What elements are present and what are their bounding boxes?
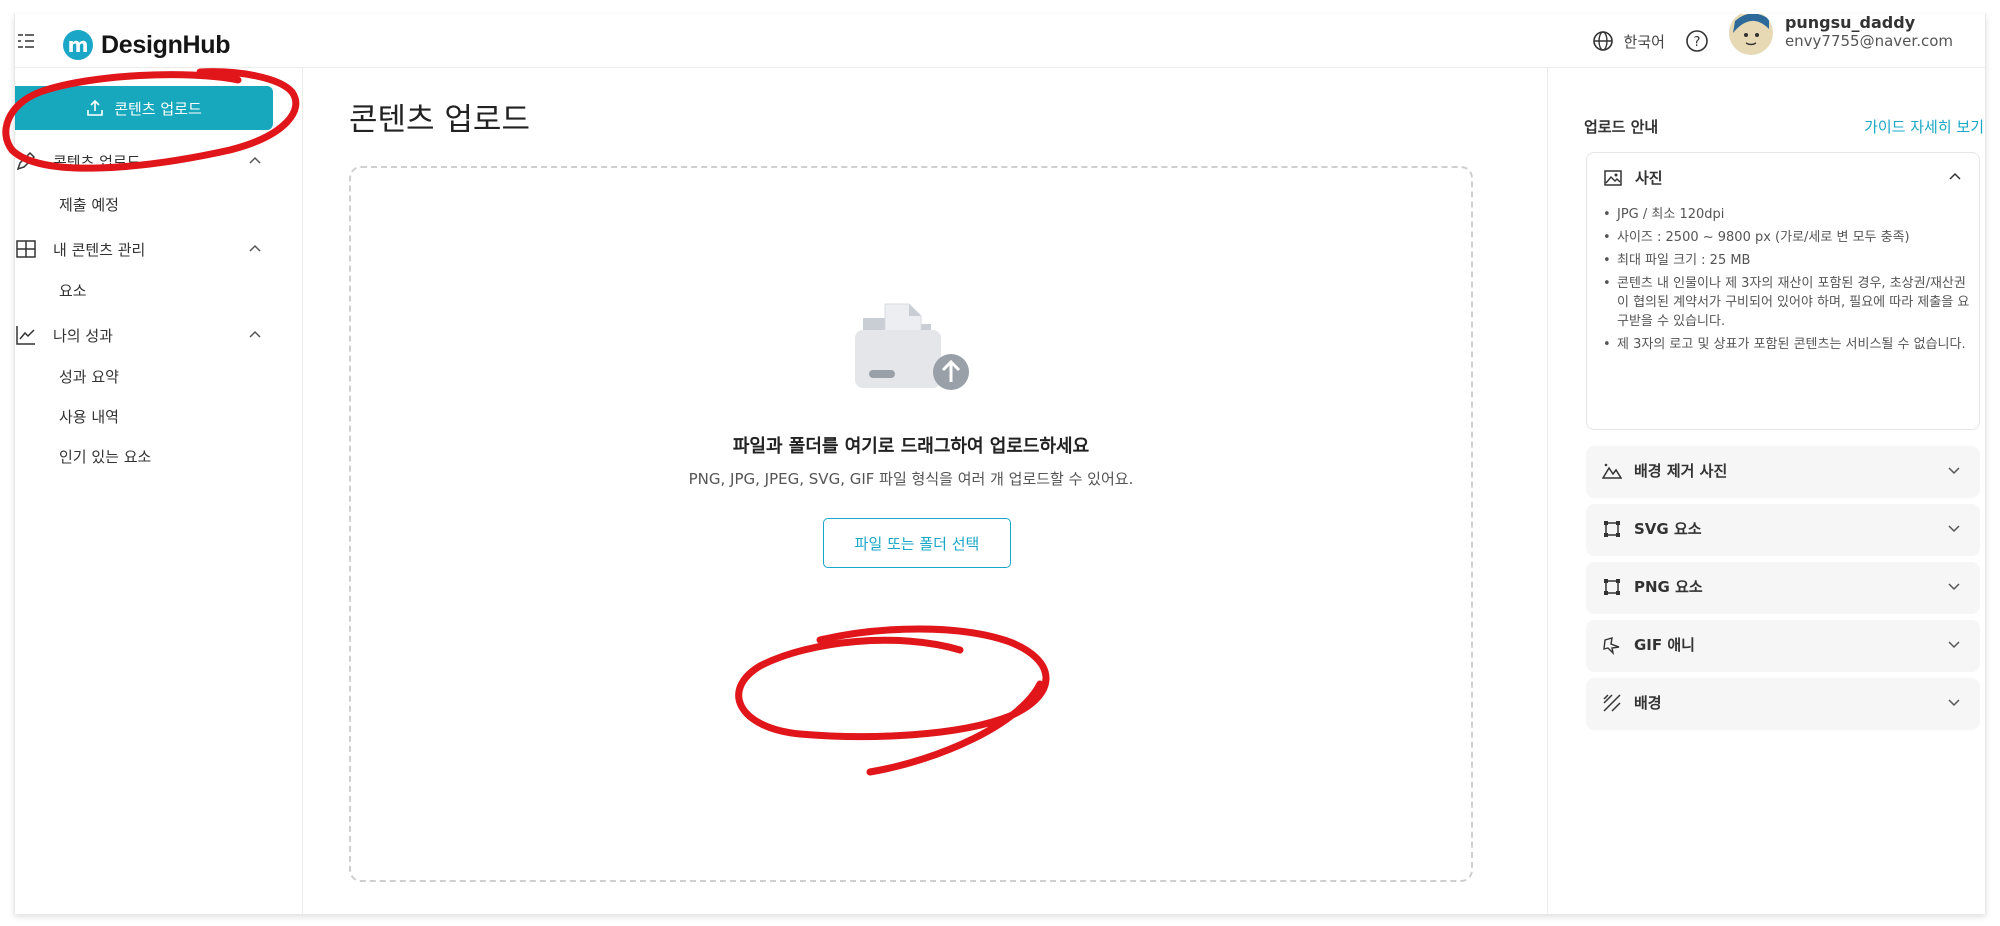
upload-guide-panel: 업로드 안내 가이드 자세히 보기 사진 JPG / 최소 120dpi 사이즈…	[1547, 68, 1985, 914]
svg-text:?: ?	[1693, 35, 1700, 50]
guide-title: 업로드 안내	[1584, 118, 1659, 136]
photo-rule: 최대 파일 크기 : 25 MB	[1603, 251, 1973, 270]
sidebar-item-summary[interactable]: 성과 요약	[59, 366, 119, 387]
top-bar: m DesignHub 한국어 ? pungsu_daddy envy7755@…	[15, 14, 1985, 68]
sidebar-section-my-content[interactable]: 내 콘텐츠 관리	[15, 238, 275, 260]
sidebar-item-usage[interactable]: 사용 내역	[59, 406, 119, 427]
photo-rule: 사이즈 : 2500 ~ 9800 px (가로/세로 변 모두 충족)	[1603, 228, 1973, 247]
sidebar-item-popular[interactable]: 인기 있는 요소	[59, 446, 151, 467]
photo-rule: 콘텐츠 내 인물이나 제 3자의 재산이 포함된 경우, 초상권/재산권이 협의…	[1603, 274, 1973, 331]
language-selector[interactable]: 한국어	[1592, 30, 1665, 52]
guide-card-png[interactable]: PNG 요소	[1586, 562, 1980, 614]
upload-button-label: 콘텐츠 업로드	[114, 99, 202, 118]
upload-content-button[interactable]: 콘텐츠 업로드	[15, 86, 273, 130]
guide-card-photo: 사진 JPG / 최소 120dpi 사이즈 : 2500 ~ 9800 px …	[1586, 152, 1980, 430]
user-email: envy7755@naver.com	[1784, 32, 1953, 50]
user-name: pungsu_daddy	[1784, 14, 1916, 32]
grid-icon	[16, 240, 36, 258]
mountain-icon	[1602, 463, 1622, 479]
chevron-down-icon	[1948, 467, 1960, 475]
sidebar-section-label: 나의 성과	[53, 326, 113, 345]
sidebar-item-elements[interactable]: 요소	[59, 280, 87, 301]
guide-card-label: SVG 요소	[1634, 520, 1702, 538]
folder-upload-icon	[855, 303, 969, 390]
guide-card-bg-removed[interactable]: 배경 제거 사진	[1586, 446, 1980, 498]
help-icon[interactable]: ?	[1685, 29, 1709, 53]
upload-dropzone[interactable]: 파일과 폴더를 여기로 드래그하여 업로드하세요 PNG, JPG, JPEG,…	[349, 166, 1473, 882]
logo-mark: m	[63, 30, 93, 60]
sidebar-section-upload[interactable]: 콘텐츠 업로드	[15, 150, 275, 172]
chevron-up-icon	[249, 156, 261, 164]
pencil-icon	[16, 151, 36, 171]
guide-detail-link[interactable]: 가이드 자세히 보기	[1864, 116, 1984, 137]
menu-icon[interactable]	[17, 32, 35, 50]
image-icon	[1604, 169, 1622, 186]
sidebar-section-performance[interactable]: 나의 성과	[15, 324, 275, 346]
chevron-up-icon	[1949, 172, 1961, 180]
chevron-down-icon	[1948, 525, 1960, 533]
guide-card-label: 사진	[1635, 169, 1663, 187]
guide-card-gif[interactable]: GIF 애니	[1586, 620, 1980, 672]
sparkle-icon	[1603, 636, 1620, 655]
chevron-down-icon	[1948, 583, 1960, 591]
globe-icon	[1592, 31, 1613, 51]
dropzone-subtitle: PNG, JPG, JPEG, SVG, GIF 파일 형식을 여러 개 업로드…	[688, 470, 1134, 488]
chevron-up-icon	[249, 330, 261, 338]
page-title: 콘텐츠 업로드	[349, 102, 530, 138]
logo-text: DesignHub	[101, 30, 231, 59]
photo-rule: 제 3자의 로고 및 상표가 포함된 콘텐츠는 서비스될 수 없습니다.	[1603, 335, 1973, 354]
photo-rules-list: JPG / 최소 120dpi 사이즈 : 2500 ~ 9800 px (가로…	[1603, 205, 1973, 358]
app-window: m DesignHub 한국어 ? pungsu_daddy envy7755@…	[14, 14, 1986, 914]
vector-icon	[1604, 578, 1620, 595]
language-label: 한국어	[1623, 32, 1665, 51]
dropzone-title: 파일과 폴더를 여기로 드래그하여 업로드하세요	[732, 436, 1090, 457]
guide-card-label: 배경	[1634, 694, 1662, 712]
chevron-down-icon	[1948, 699, 1960, 707]
guide-card-label: PNG 요소	[1634, 578, 1703, 596]
select-files-button[interactable]: 파일 또는 폴더 선택	[823, 518, 1011, 568]
guide-card-svg[interactable]: SVG 요소	[1586, 504, 1980, 556]
chevron-down-icon	[1948, 641, 1960, 649]
chevron-up-icon	[249, 244, 261, 252]
vector-icon	[1604, 520, 1620, 537]
sidebar: 콘텐츠 업로드 콘텐츠 업로드 제출 예정 내 콘텐츠 관리 요소 나의 성과	[15, 68, 303, 914]
upload-icon	[87, 99, 104, 116]
photo-rule: JPG / 최소 120dpi	[1603, 205, 1973, 224]
guide-card-label: GIF 애니	[1634, 636, 1695, 654]
sidebar-section-label: 내 콘텐츠 관리	[53, 240, 146, 259]
sidebar-item-pending[interactable]: 제출 예정	[59, 194, 119, 215]
sidebar-section-label: 콘텐츠 업로드	[53, 152, 141, 171]
logo[interactable]: m DesignHub	[63, 30, 231, 60]
guide-card-background[interactable]: 배경	[1586, 678, 1980, 730]
chart-line-icon	[16, 326, 35, 345]
avatar	[1728, 14, 1773, 55]
pattern-icon	[1603, 693, 1621, 712]
guide-card-label: 배경 제거 사진	[1634, 462, 1728, 480]
guide-card-photo-header[interactable]: 사진	[1603, 167, 1963, 188]
user-menu[interactable]: pungsu_daddy envy7755@naver.com	[1728, 14, 1953, 55]
